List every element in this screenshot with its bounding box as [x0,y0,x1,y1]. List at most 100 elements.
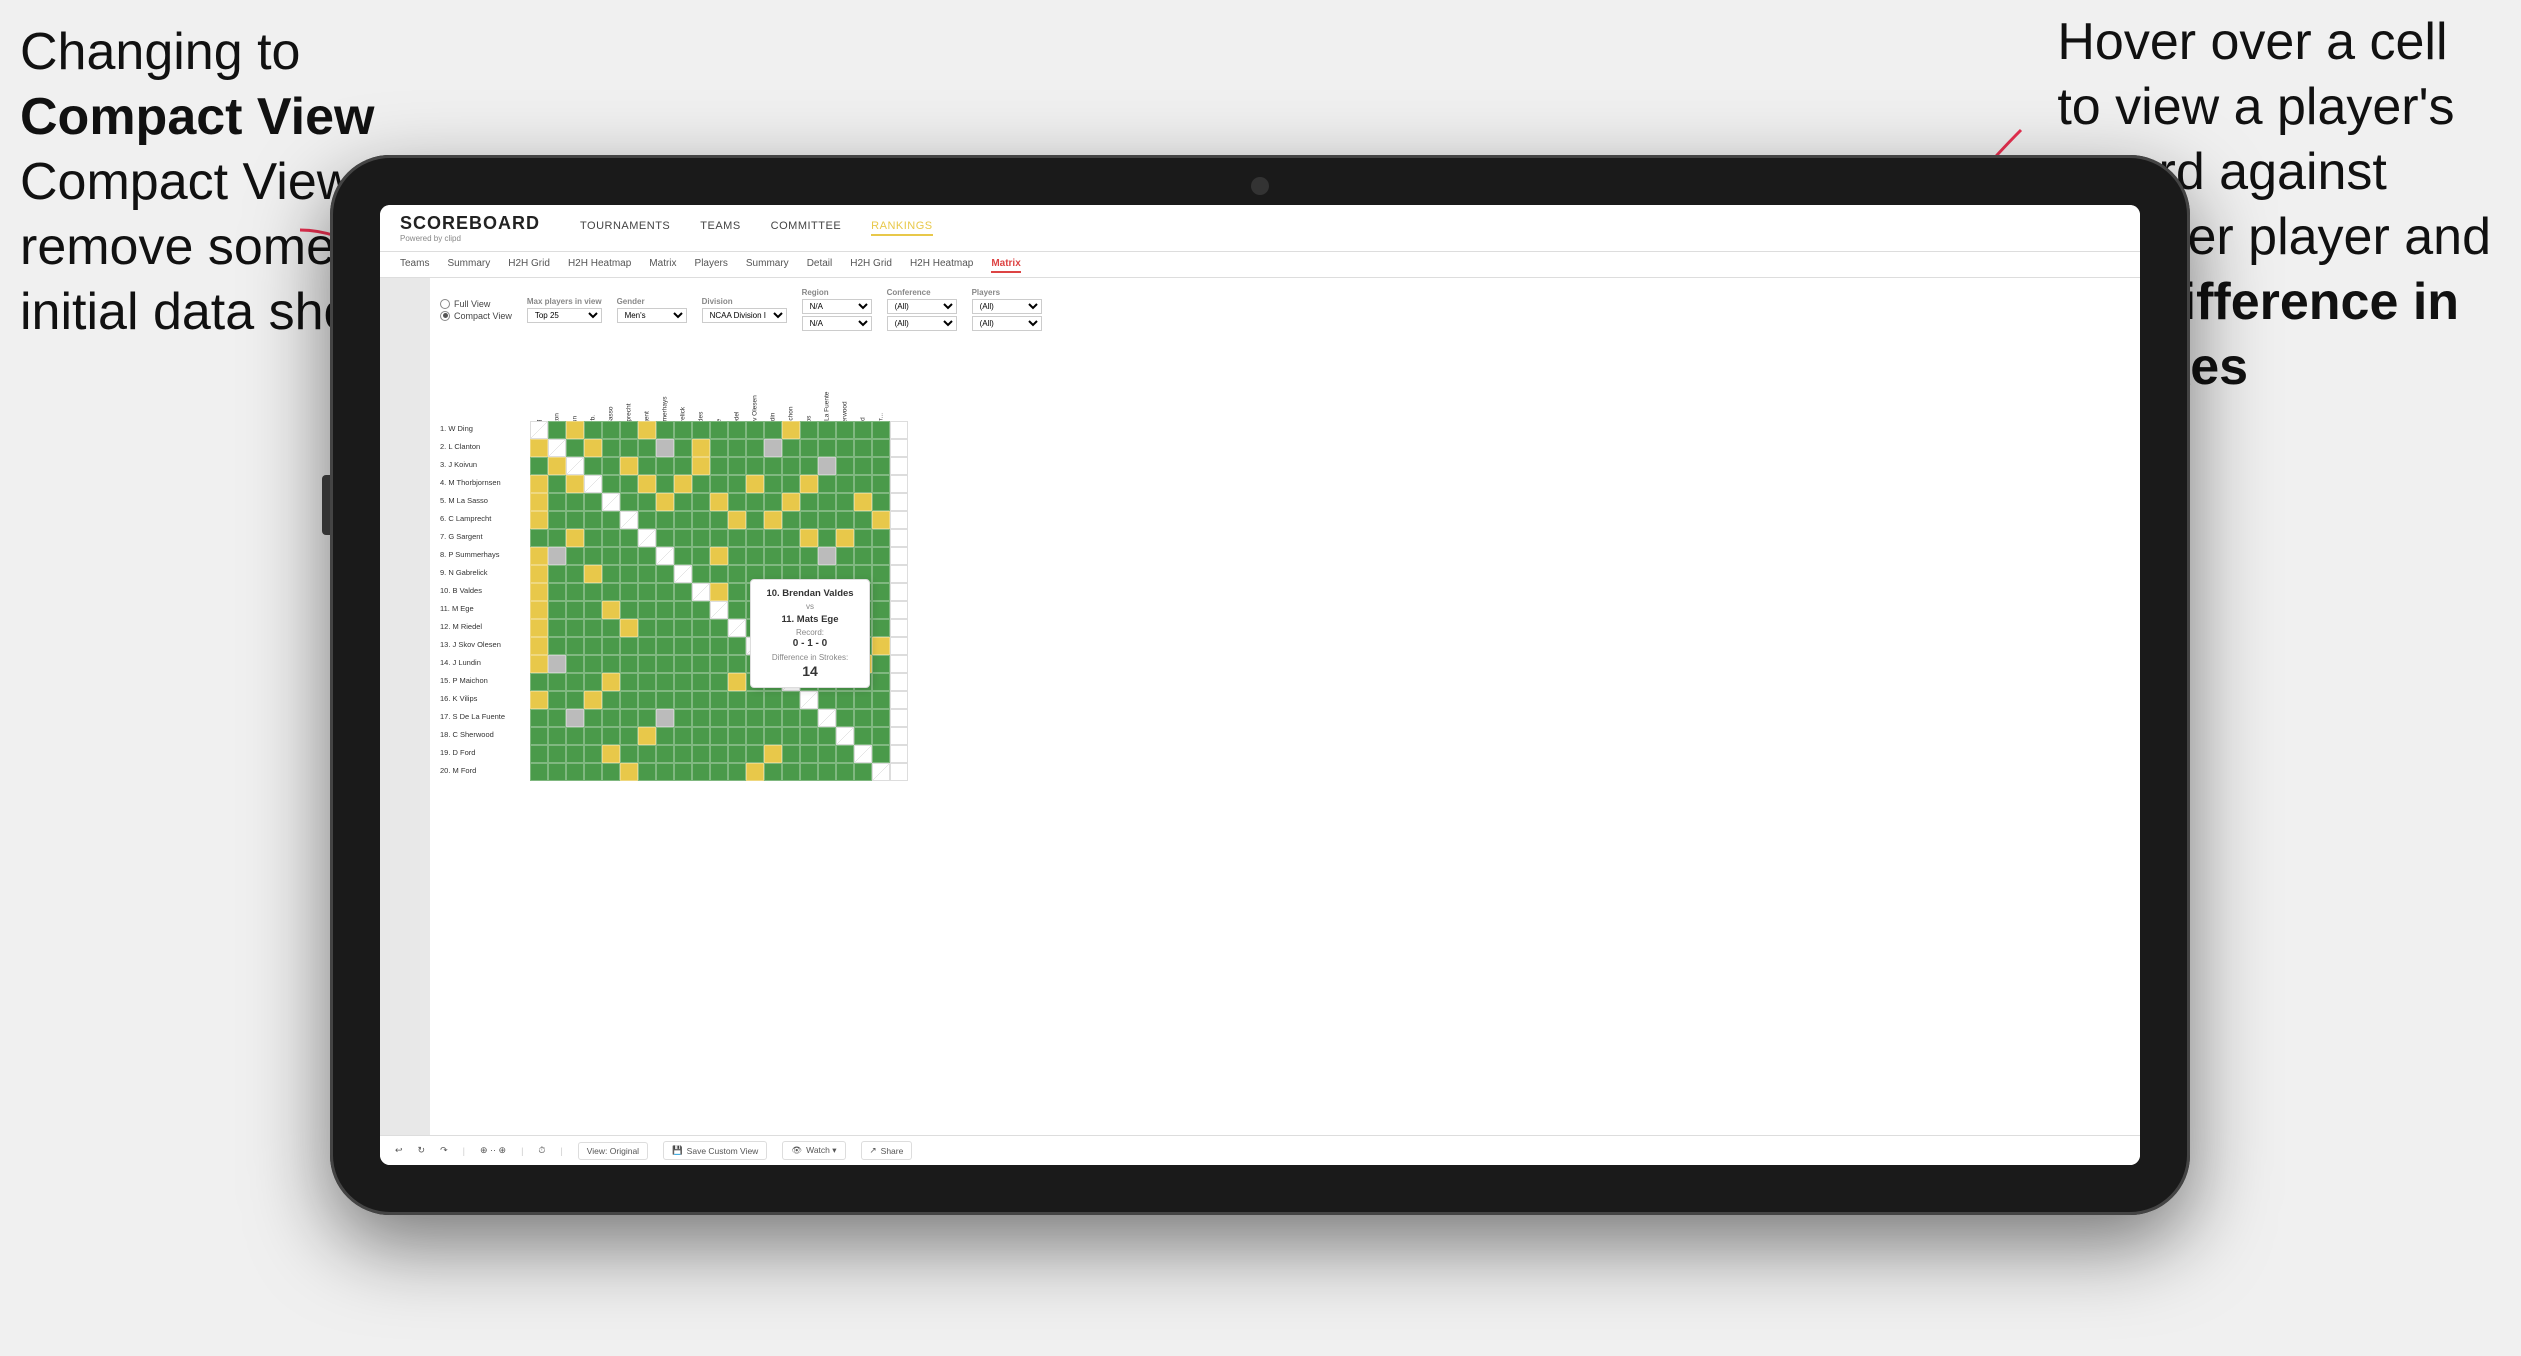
grid-cell[interactable] [566,583,584,601]
sub-nav-h2h-grid1[interactable]: H2H Grid [508,256,550,273]
grid-cell[interactable] [566,655,584,673]
grid-cell[interactable] [566,475,584,493]
grid-cell[interactable] [836,493,854,511]
grid-cell[interactable] [674,529,692,547]
grid-cell[interactable] [602,457,620,475]
grid-cell[interactable] [620,637,638,655]
grid-cell[interactable] [710,421,728,439]
grid-cell[interactable] [818,529,836,547]
grid-cell[interactable] [746,439,764,457]
grid-cell[interactable] [566,529,584,547]
grid-cell[interactable] [728,493,746,511]
grid-cell[interactable] [890,745,908,763]
grid-cell[interactable] [710,727,728,745]
grid-cell[interactable] [530,637,548,655]
grid-cell[interactable] [602,583,620,601]
grid-cell[interactable] [656,601,674,619]
grid-cell[interactable] [872,673,890,691]
grid-cell[interactable] [674,439,692,457]
grid-cell[interactable] [620,439,638,457]
grid-cell[interactable] [620,745,638,763]
grid-cell[interactable] [836,709,854,727]
grid-cell[interactable] [710,457,728,475]
sub-nav-h2h-heatmap1[interactable]: H2H Heatmap [568,256,631,273]
grid-cell[interactable] [692,583,710,601]
grid-cell[interactable] [782,439,800,457]
grid-cell[interactable] [584,475,602,493]
grid-cell[interactable] [836,529,854,547]
grid-cell[interactable] [620,763,638,781]
grid-cell[interactable] [818,709,836,727]
grid-cell[interactable] [890,457,908,475]
grid-cell[interactable] [890,709,908,727]
grid-cell[interactable] [854,457,872,475]
grid-cell[interactable] [872,619,890,637]
grid-cell[interactable] [836,475,854,493]
grid-cell[interactable] [620,493,638,511]
grid-cell[interactable] [818,493,836,511]
grid-cell[interactable] [530,511,548,529]
grid-cell[interactable] [782,691,800,709]
grid-cell[interactable] [692,655,710,673]
grid-cell[interactable] [872,493,890,511]
grid-cell[interactable] [692,547,710,565]
grid-cell[interactable] [638,637,656,655]
grid-cell[interactable] [692,457,710,475]
grid-cell[interactable] [872,583,890,601]
grid-cell[interactable] [836,745,854,763]
grid-cell[interactable] [638,763,656,781]
grid-cell[interactable] [584,601,602,619]
grid-cell[interactable] [674,457,692,475]
grid-cell[interactable] [656,457,674,475]
grid-cell[interactable] [872,763,890,781]
grid-cell[interactable] [782,745,800,763]
grid-cell[interactable] [548,709,566,727]
grid-cell[interactable] [638,511,656,529]
grid-cell[interactable] [818,439,836,457]
grid-cell[interactable] [728,547,746,565]
grid-cell[interactable] [566,439,584,457]
grid-cell[interactable] [620,727,638,745]
grid-cell[interactable] [548,691,566,709]
grid-cell[interactable] [656,547,674,565]
grid-cell[interactable] [728,727,746,745]
grid-cell[interactable] [710,745,728,763]
watch-btn[interactable]: 👁 Watch ▾ [782,1141,845,1160]
grid-cell[interactable] [656,583,674,601]
grid-cell[interactable] [782,529,800,547]
grid-cell[interactable] [638,601,656,619]
grid-cell[interactable] [872,457,890,475]
grid-cell[interactable] [890,583,908,601]
compact-view-radio[interactable] [440,311,450,321]
grid-cell[interactable] [638,727,656,745]
grid-cell[interactable] [530,547,548,565]
grid-cell[interactable] [530,583,548,601]
grid-cell[interactable] [728,529,746,547]
grid-cell[interactable] [746,421,764,439]
grid-cell[interactable] [800,763,818,781]
sub-nav-matrix1[interactable]: Matrix [649,256,676,273]
grid-cell[interactable] [548,475,566,493]
full-view-radio[interactable] [440,299,450,309]
grid-cell[interactable] [710,565,728,583]
gender-select[interactable]: Men's [617,308,687,323]
grid-cell[interactable] [656,493,674,511]
grid-cell[interactable] [656,511,674,529]
grid-cell[interactable] [530,475,548,493]
grid-cell[interactable] [656,763,674,781]
grid-cell[interactable] [710,691,728,709]
grid-cell[interactable] [548,529,566,547]
grid-cell[interactable] [782,475,800,493]
grid-cell[interactable] [566,565,584,583]
grid-cell[interactable] [674,709,692,727]
grid-cell[interactable] [836,763,854,781]
grid-cell[interactable] [800,709,818,727]
grid-cell[interactable] [566,493,584,511]
grid-cell[interactable] [620,619,638,637]
save-custom-btn[interactable]: 💾 Save Custom View [663,1141,767,1160]
grid-cell[interactable] [674,601,692,619]
grid-cell[interactable] [872,655,890,673]
grid-cell[interactable] [692,637,710,655]
grid-cell[interactable] [674,727,692,745]
grid-cell[interactable] [818,511,836,529]
